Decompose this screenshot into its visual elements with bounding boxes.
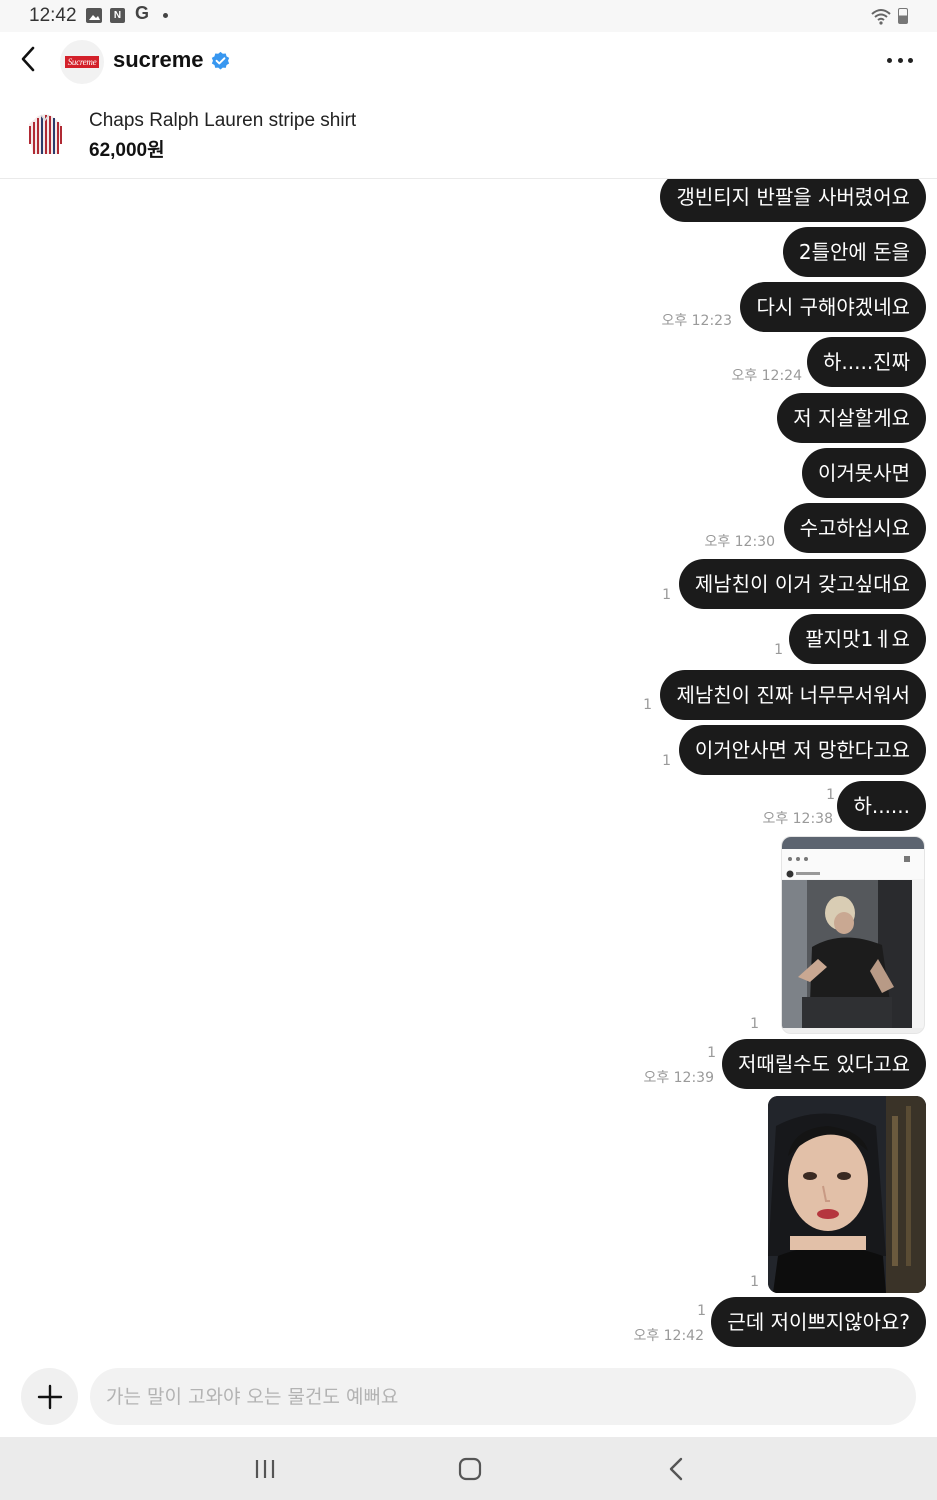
message-bubble[interactable]: 저 지살할게요 bbox=[777, 393, 926, 443]
more-dot-icon bbox=[908, 57, 913, 63]
message-time: 오후 12:23 bbox=[661, 313, 732, 329]
more-options-button[interactable] bbox=[884, 48, 916, 72]
message-time: 오후 12:30 bbox=[704, 534, 775, 550]
read-count: 1 bbox=[750, 1016, 759, 1032]
home-icon bbox=[458, 1457, 482, 1481]
chat-area[interactable]: 갱빈티지 반팔을 사버렸어요 2틀안에 돈을 오후 12:23 다시 구해야겠네… bbox=[0, 179, 937, 1357]
dot-icon bbox=[161, 11, 169, 19]
more-dot-icon bbox=[897, 57, 903, 63]
message-bubble[interactable]: 하...... bbox=[837, 781, 926, 831]
recents-icon bbox=[255, 1460, 275, 1478]
product-price: 62,000원 bbox=[89, 140, 165, 161]
message-bubble[interactable]: 수고하십시요 bbox=[783, 503, 926, 553]
verified-badge-icon bbox=[210, 51, 231, 72]
product-thumbnail bbox=[29, 114, 62, 154]
home-button[interactable] bbox=[450, 1453, 490, 1485]
message-time: 오후 12:42 bbox=[633, 1328, 704, 1344]
battery-icon bbox=[898, 8, 908, 24]
message-bubble[interactable]: 저때릴수도 있다고요 bbox=[722, 1039, 926, 1089]
back-button[interactable] bbox=[14, 44, 44, 74]
plus-icon bbox=[37, 1384, 62, 1409]
chat-header: Sucreme sucreme bbox=[0, 32, 937, 96]
naver-icon: N bbox=[110, 8, 125, 23]
photo-message[interactable] bbox=[781, 836, 925, 1034]
recents-button[interactable] bbox=[245, 1453, 285, 1485]
read-count: 1 bbox=[750, 1274, 759, 1290]
message-bubble[interactable]: 제남친이 진짜 너무무서워서 bbox=[660, 670, 926, 720]
read-count: 1 bbox=[697, 1303, 706, 1319]
message-bubble[interactable]: 이거안사면 저 망한다고요 bbox=[678, 725, 926, 775]
selfie-photo bbox=[768, 1096, 926, 1293]
back-icon bbox=[669, 1457, 683, 1481]
read-count: 1 bbox=[662, 753, 671, 769]
read-count: 1 bbox=[774, 642, 783, 658]
photo-message[interactable] bbox=[768, 1096, 926, 1293]
message-input[interactable] bbox=[90, 1368, 916, 1425]
message-bubble[interactable]: 이거못사면 bbox=[802, 448, 926, 498]
read-count: 1 bbox=[707, 1045, 716, 1061]
system-nav-bar bbox=[0, 1437, 937, 1500]
nav-back-button[interactable] bbox=[656, 1453, 696, 1485]
message-bubble[interactable]: 제남친이 이거 갖고싶대요 bbox=[678, 559, 926, 609]
read-count: 1 bbox=[826, 787, 835, 803]
screenshot-photo bbox=[782, 837, 924, 1033]
message-composer bbox=[0, 1357, 937, 1437]
status-time: 12:42 bbox=[29, 5, 77, 26]
avatar-logo: Sucreme bbox=[64, 56, 100, 68]
message-bubble[interactable]: 2틀안에 돈을 bbox=[782, 227, 926, 277]
message-time: 오후 12:38 bbox=[762, 811, 833, 827]
avatar[interactable]: Sucreme bbox=[60, 40, 104, 84]
more-dot-icon bbox=[887, 57, 892, 63]
message-bubble[interactable]: 팔지맛1ㅔ요 bbox=[789, 614, 926, 664]
status-bar: 12:42 N G bbox=[0, 0, 937, 32]
read-count: 1 bbox=[643, 697, 652, 713]
read-count: 1 bbox=[662, 587, 671, 603]
attach-button[interactable] bbox=[21, 1368, 78, 1425]
message-bubble[interactable]: 다시 구해야겠네요 bbox=[740, 282, 926, 332]
product-card[interactable]: Chaps Ralph Lauren stripe shirt 62,000원 bbox=[0, 96, 937, 179]
message-time: 오후 12:39 bbox=[643, 1070, 714, 1086]
wifi-icon bbox=[870, 6, 892, 26]
product-title: Chaps Ralph Lauren stripe shirt bbox=[89, 110, 357, 131]
shop-name[interactable]: sucreme bbox=[113, 47, 204, 73]
message-bubble[interactable]: 하.....진짜 bbox=[807, 337, 926, 387]
message-time: 오후 12:24 bbox=[731, 368, 802, 384]
chevron-left-icon bbox=[21, 46, 35, 72]
gallery-icon bbox=[86, 8, 102, 23]
message-bubble[interactable]: 갱빈티지 반팔을 사버렸어요 bbox=[660, 179, 926, 222]
google-icon: G bbox=[134, 3, 149, 23]
message-bubble[interactable]: 근데 저이쁘지않아요? bbox=[711, 1297, 926, 1347]
